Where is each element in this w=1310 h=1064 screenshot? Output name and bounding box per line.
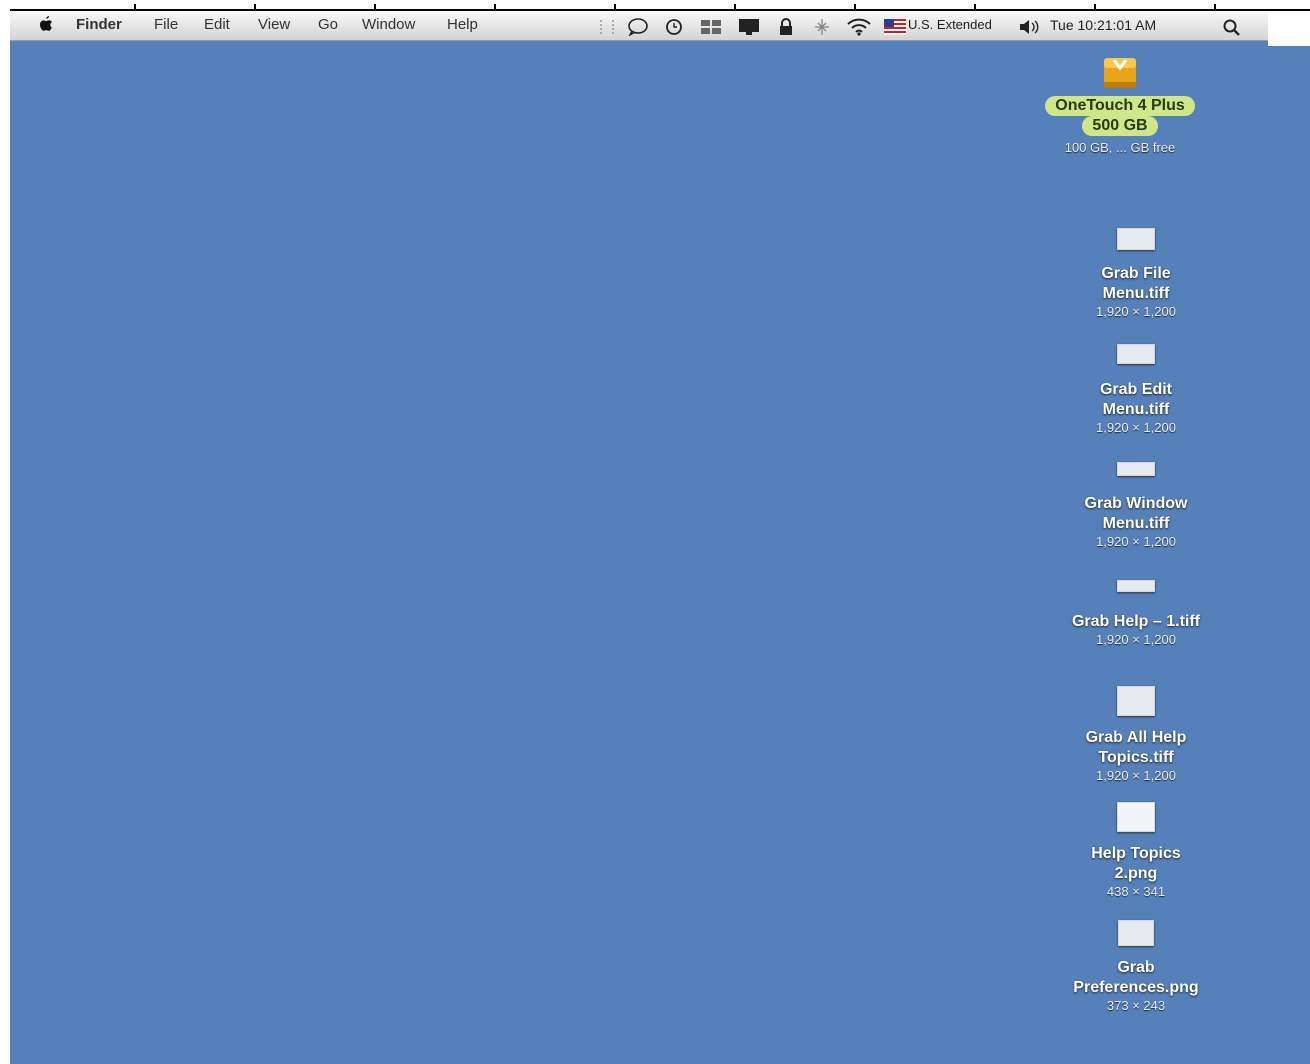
desktop-icon-file[interactable]: Help Topics 2.png 438 × 341 — [1046, 802, 1226, 900]
spaces-icon[interactable] — [700, 19, 722, 35]
ruler — [0, 0, 1310, 12]
menu-window[interactable]: Window — [362, 16, 415, 33]
desktop-icon-file[interactable]: Grab File Menu.tiff 1,920 × 1,200 — [1046, 228, 1226, 320]
image-file-icon — [1117, 228, 1155, 250]
ruler-tick — [254, 4, 256, 10]
drive-name-line2: 500 GB — [1082, 116, 1158, 136]
file-info: 373 × 243 — [1106, 998, 1166, 1013]
lock-icon[interactable] — [778, 17, 794, 37]
ruler-line — [10, 9, 1310, 11]
time-machine-icon[interactable] — [664, 18, 684, 36]
file-name: Grab All Help Topics.tiff — [1085, 729, 1187, 766]
menu-go[interactable]: Go — [318, 16, 338, 33]
menu-view[interactable]: View — [258, 16, 290, 33]
file-name: Grab File Menu.tiff — [1101, 265, 1171, 302]
input-menu-label[interactable]: U.S. Extended — [908, 17, 992, 32]
desktop-icon-file[interactable]: Grab All Help Topics.tiff 1,920 × 1,200 — [1046, 686, 1226, 784]
ruler-tick — [1214, 4, 1216, 10]
file-info: 1,920 × 1,200 — [1096, 420, 1176, 435]
desktop-icon-file[interactable]: Grab Preferences.png 373 × 243 — [1046, 920, 1226, 1014]
image-file-icon — [1117, 462, 1155, 476]
bluetooth-icon[interactable] — [812, 18, 832, 36]
menu-file[interactable]: File — [154, 16, 178, 33]
ruler-tick — [134, 4, 136, 10]
ruler-tick — [614, 4, 616, 10]
file-info: 438 × 341 — [1106, 884, 1166, 899]
file-name: Grab Edit Menu.tiff — [1099, 381, 1172, 418]
file-info: 1,920 × 1,200 — [1096, 304, 1176, 319]
drive-name-line1: OneTouch 4 Plus — [1045, 96, 1195, 116]
image-file-icon — [1117, 686, 1155, 716]
image-file-icon — [1117, 802, 1155, 832]
file-name: Grab Window Menu.tiff — [1084, 495, 1188, 532]
file-info: 1,920 × 1,200 — [1096, 534, 1176, 549]
external-drive-icon — [1104, 58, 1136, 88]
image-file-icon — [1117, 580, 1155, 592]
apple-icon[interactable] — [38, 15, 54, 38]
file-info: 1,920 × 1,200 — [1096, 632, 1176, 647]
ruler-tick — [494, 4, 496, 10]
image-file-icon — [1118, 920, 1154, 946]
desktop-icon-file[interactable]: Grab Window Menu.tiff 1,920 × 1,200 — [1046, 462, 1226, 550]
menu-help[interactable]: Help — [447, 16, 478, 33]
wifi-icon[interactable] — [846, 17, 872, 37]
menu-edit[interactable]: Edit — [204, 16, 230, 33]
desktop-icon-drive[interactable]: OneTouch 4 Plus 500 GB 100 GB, ... GB fr… — [1030, 52, 1210, 156]
drive-info: 100 GB, ... GB free — [1064, 140, 1176, 155]
file-name: Grab Help – 1.tiff — [1071, 613, 1201, 630]
menu-finder[interactable]: Finder — [76, 16, 122, 33]
blank-corner — [1268, 12, 1310, 46]
ruler-tick — [374, 4, 376, 10]
ruler-tick — [734, 4, 736, 10]
file-name: Help Topics 2.png — [1091, 845, 1181, 882]
ruler-tick — [854, 4, 856, 10]
ruler-tick — [974, 4, 976, 10]
desktop-icon-file[interactable]: Grab Edit Menu.tiff 1,920 × 1,200 — [1046, 344, 1226, 436]
ichat-status-icon[interactable] — [626, 18, 650, 36]
desktop-icon-file[interactable]: Grab Help – 1.tiff 1,920 × 1,200 — [1046, 580, 1226, 648]
file-info: 1,920 × 1,200 — [1096, 768, 1176, 783]
us-flag-icon[interactable] — [884, 19, 906, 35]
menu-clock[interactable]: Tue 10:21:01 AM — [1050, 17, 1156, 33]
volume-icon[interactable] — [1018, 18, 1042, 36]
menu-bar: Finder File Edit View Go Window Help U.S — [10, 12, 1268, 41]
ruler-tick — [1094, 4, 1096, 10]
image-file-icon — [1117, 344, 1155, 364]
display-icon[interactable] — [738, 18, 760, 36]
spotlight-search-icon[interactable] — [1222, 18, 1242, 36]
file-name: Grab Preferences.png — [1073, 959, 1199, 996]
menu-extras-grip-icon[interactable] — [600, 20, 614, 34]
